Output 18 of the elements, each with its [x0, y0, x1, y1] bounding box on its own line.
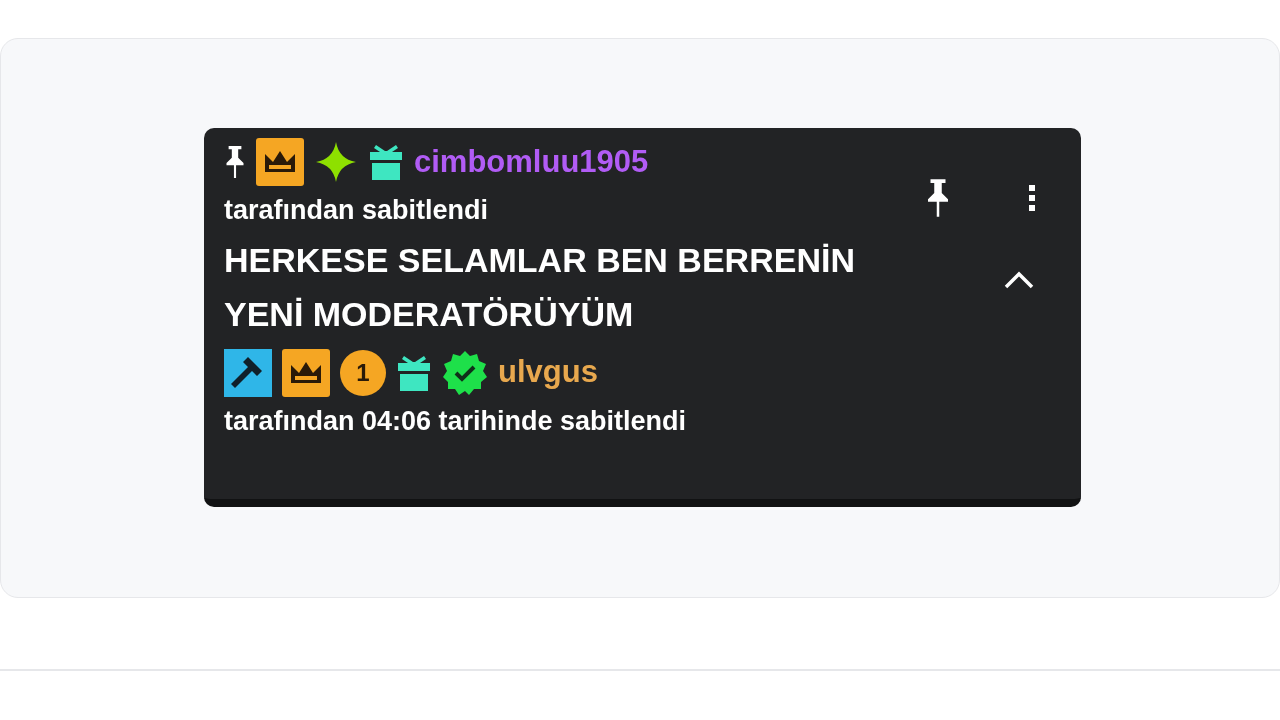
- coin-badge: 1: [340, 349, 386, 396]
- hammer-badge-icon: [224, 348, 272, 397]
- crown-badge-icon: [282, 348, 330, 397]
- pinned-update-caption: tarafından 04:06 tarihinde sabitlendi: [224, 404, 688, 438]
- unpin-button[interactable]: [925, 178, 951, 218]
- collapse-button[interactable]: [1003, 270, 1035, 290]
- verified-badge-icon: [442, 349, 488, 396]
- pin-icon: [224, 145, 246, 179]
- gift-badge-icon: [396, 353, 432, 392]
- pinned-message: HERKESE SELAMLAR BEN BERRENİN YENİ MODERATÖRÜYÜM: [224, 239, 856, 335]
- username[interactable]: cimbomluu1905: [414, 138, 649, 186]
- gift-badge-icon: [368, 143, 404, 181]
- pinned-caption: tarafından sabitlendi: [224, 194, 490, 227]
- chevron-icon: [1003, 270, 1035, 290]
- crown-badge-icon: [256, 138, 304, 186]
- pin-icon: [925, 178, 951, 218]
- username[interactable]: ulvgus: [498, 349, 598, 396]
- more-options-button[interactable]: [1029, 185, 1035, 211]
